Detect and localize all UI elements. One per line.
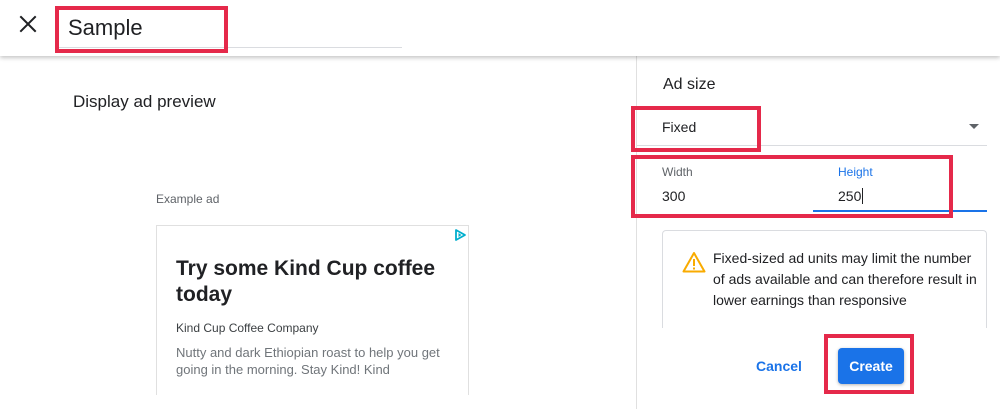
width-label: Width xyxy=(662,165,693,179)
cancel-button[interactable]: Cancel xyxy=(741,349,817,383)
ad-unit-name-value: Sample xyxy=(68,15,143,40)
height-input[interactable]: Height 250 xyxy=(813,158,987,212)
width-input[interactable]: Width 300 xyxy=(637,158,812,212)
example-ad-label: Example ad xyxy=(156,192,220,206)
preview-pane: Display ad preview Example ad Try some K… xyxy=(0,56,636,409)
ad-description: Nutty and dark Ethiopian roast to help y… xyxy=(176,345,440,377)
preview-title: Display ad preview xyxy=(73,92,216,111)
top-bar: Sample xyxy=(0,0,1000,56)
ad-headline: Try some Kind Cup coffee today xyxy=(176,257,436,306)
height-label: Height xyxy=(838,165,873,179)
settings-pane: Ad size Fixed Width 300 Height 250 Fixed… xyxy=(637,56,1000,409)
close-icon xyxy=(19,15,37,33)
height-value: 250 xyxy=(838,188,862,204)
width-value: 300 xyxy=(662,188,686,204)
close-button[interactable] xyxy=(12,8,44,40)
warning-icon xyxy=(682,252,706,273)
ad-size-selected: Fixed xyxy=(662,119,697,135)
warning-text: Fixed-sized ad units may limit the numbe… xyxy=(713,250,977,308)
ad-size-heading: Ad size xyxy=(663,76,716,93)
ad-size-select[interactable]: Fixed xyxy=(637,100,987,146)
ad-company-name: Kind Cup Coffee Company xyxy=(176,321,319,335)
fixed-size-warning: Fixed-sized ad units may limit the numbe… xyxy=(662,230,987,328)
create-button[interactable]: Create xyxy=(838,348,904,384)
ad-unit-name-input[interactable]: Sample xyxy=(56,6,402,48)
example-ad-card: Try some Kind Cup coffee today Kind Cup … xyxy=(156,225,469,395)
text-caret xyxy=(862,188,864,204)
adchoices-icon[interactable] xyxy=(453,228,467,242)
dropdown-arrow-icon xyxy=(969,124,979,129)
height-value-wrap: 250 xyxy=(838,188,864,204)
